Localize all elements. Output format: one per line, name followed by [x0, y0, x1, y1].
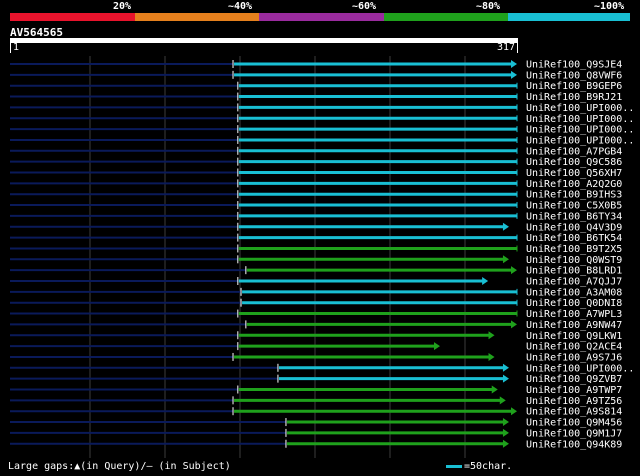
hit-label[interactable]: UniRef100_UPI000..	[526, 125, 634, 136]
hit-label[interactable]: UniRef100_Q56XH7	[526, 168, 622, 179]
hit-label[interactable]: UniRef100_A9TWP7	[526, 385, 622, 396]
hit-label[interactable]: UniRef100_Q0WST9	[526, 255, 622, 266]
hit-label[interactable]: UniRef100_UPI000..	[526, 363, 634, 374]
hit-label[interactable]: UniRef100_Q9LKW1	[526, 331, 622, 342]
hit-label[interactable]: UniRef100_A9S7J6	[526, 352, 622, 363]
hit-arrow-icon	[502, 428, 509, 437]
hit-arrow-icon	[502, 374, 509, 383]
alignment-plot: UniRef100_Q9SJE4UniRef100_Q8VWF6UniRef10…	[10, 56, 634, 458]
hit-label[interactable]: UniRef100_B9IHS3	[526, 190, 622, 201]
hit-arrow-icon	[511, 60, 517, 68]
hit-label[interactable]: UniRef100_B9GEP6	[526, 81, 622, 92]
hit-arrow-icon	[491, 385, 498, 394]
hit-label[interactable]: UniRef100_B6TY34	[526, 211, 622, 222]
hit-label[interactable]: UniRef100_Q0DNI8	[526, 298, 622, 309]
hit-label[interactable]: UniRef100_A9S814	[526, 407, 622, 418]
hit-arrow-icon	[499, 396, 506, 405]
hit-label[interactable]: UniRef100_Q9M456	[526, 418, 622, 429]
hit-arrow-icon	[511, 320, 517, 329]
hit-arrow-icon	[502, 439, 509, 448]
hit-label[interactable]: UniRef100_Q9SJE4	[526, 60, 622, 71]
hit-arrow-icon	[433, 342, 440, 351]
hit-label[interactable]: UniRef100_C5X0B5	[526, 201, 622, 212]
hit-arrow-icon	[482, 277, 489, 285]
hit-arrow-icon	[488, 352, 495, 361]
hit-arrow-icon	[511, 266, 517, 275]
scale-legend: =50char.	[446, 461, 512, 472]
hit-label[interactable]: UniRef100_Q94K89	[526, 439, 622, 450]
hit-arrow-icon	[502, 222, 509, 231]
scale-swatch	[446, 464, 462, 468]
hit-arrow-icon	[502, 418, 509, 427]
hit-label[interactable]: UniRef100_A2Q2G0	[526, 179, 622, 190]
hit-label[interactable]: UniRef100_Q8VWF6	[526, 70, 622, 81]
hit-label[interactable]: UniRef100_Q4V3D9	[526, 222, 622, 233]
gaps-legend: Large gaps:▲(in Query)/– (in Subject)	[8, 461, 231, 472]
hit-arrow-icon	[511, 70, 517, 79]
hit-arrow-icon	[502, 363, 509, 372]
hit-label[interactable]: UniRef100_Q9ZVB7	[526, 374, 622, 385]
hit-arrow-icon	[488, 331, 495, 340]
hit-label[interactable]: UniRef100_A9NW47	[526, 320, 622, 331]
hit-label[interactable]: UniRef100_UPI000..	[526, 103, 634, 114]
scale-text: =50char.	[464, 461, 513, 472]
hit-label[interactable]: UniRef100_A9TZ56	[526, 396, 622, 407]
hit-arrow-icon	[511, 407, 517, 416]
hit-label[interactable]: UniRef100_B9T2X5	[526, 244, 622, 255]
hit-label[interactable]: UniRef100_B6TK54	[526, 233, 622, 244]
hit-label[interactable]: UniRef100_A7WPL3	[526, 309, 622, 320]
hit-label[interactable]: UniRef100_UPI000..	[526, 114, 634, 125]
hit-label[interactable]: UniRef100_B8LRD1	[526, 266, 622, 277]
hit-label[interactable]: UniRef100_Q9C586	[526, 157, 622, 168]
hit-label[interactable]: UniRef100_UPI000..	[526, 135, 634, 146]
hit-label[interactable]: UniRef100_A3AM08	[526, 287, 622, 298]
hit-label[interactable]: UniRef100_B9RJ21	[526, 92, 622, 103]
hit-label[interactable]: UniRef100_A7PGB4	[526, 146, 622, 157]
hit-label[interactable]: UniRef100_Q9M1J7	[526, 428, 622, 439]
hit-arrow-icon	[502, 255, 509, 264]
hit-label[interactable]: UniRef100_A7QJJ7	[526, 277, 622, 288]
hit-label[interactable]: UniRef100_Q2ACE4	[526, 342, 622, 353]
